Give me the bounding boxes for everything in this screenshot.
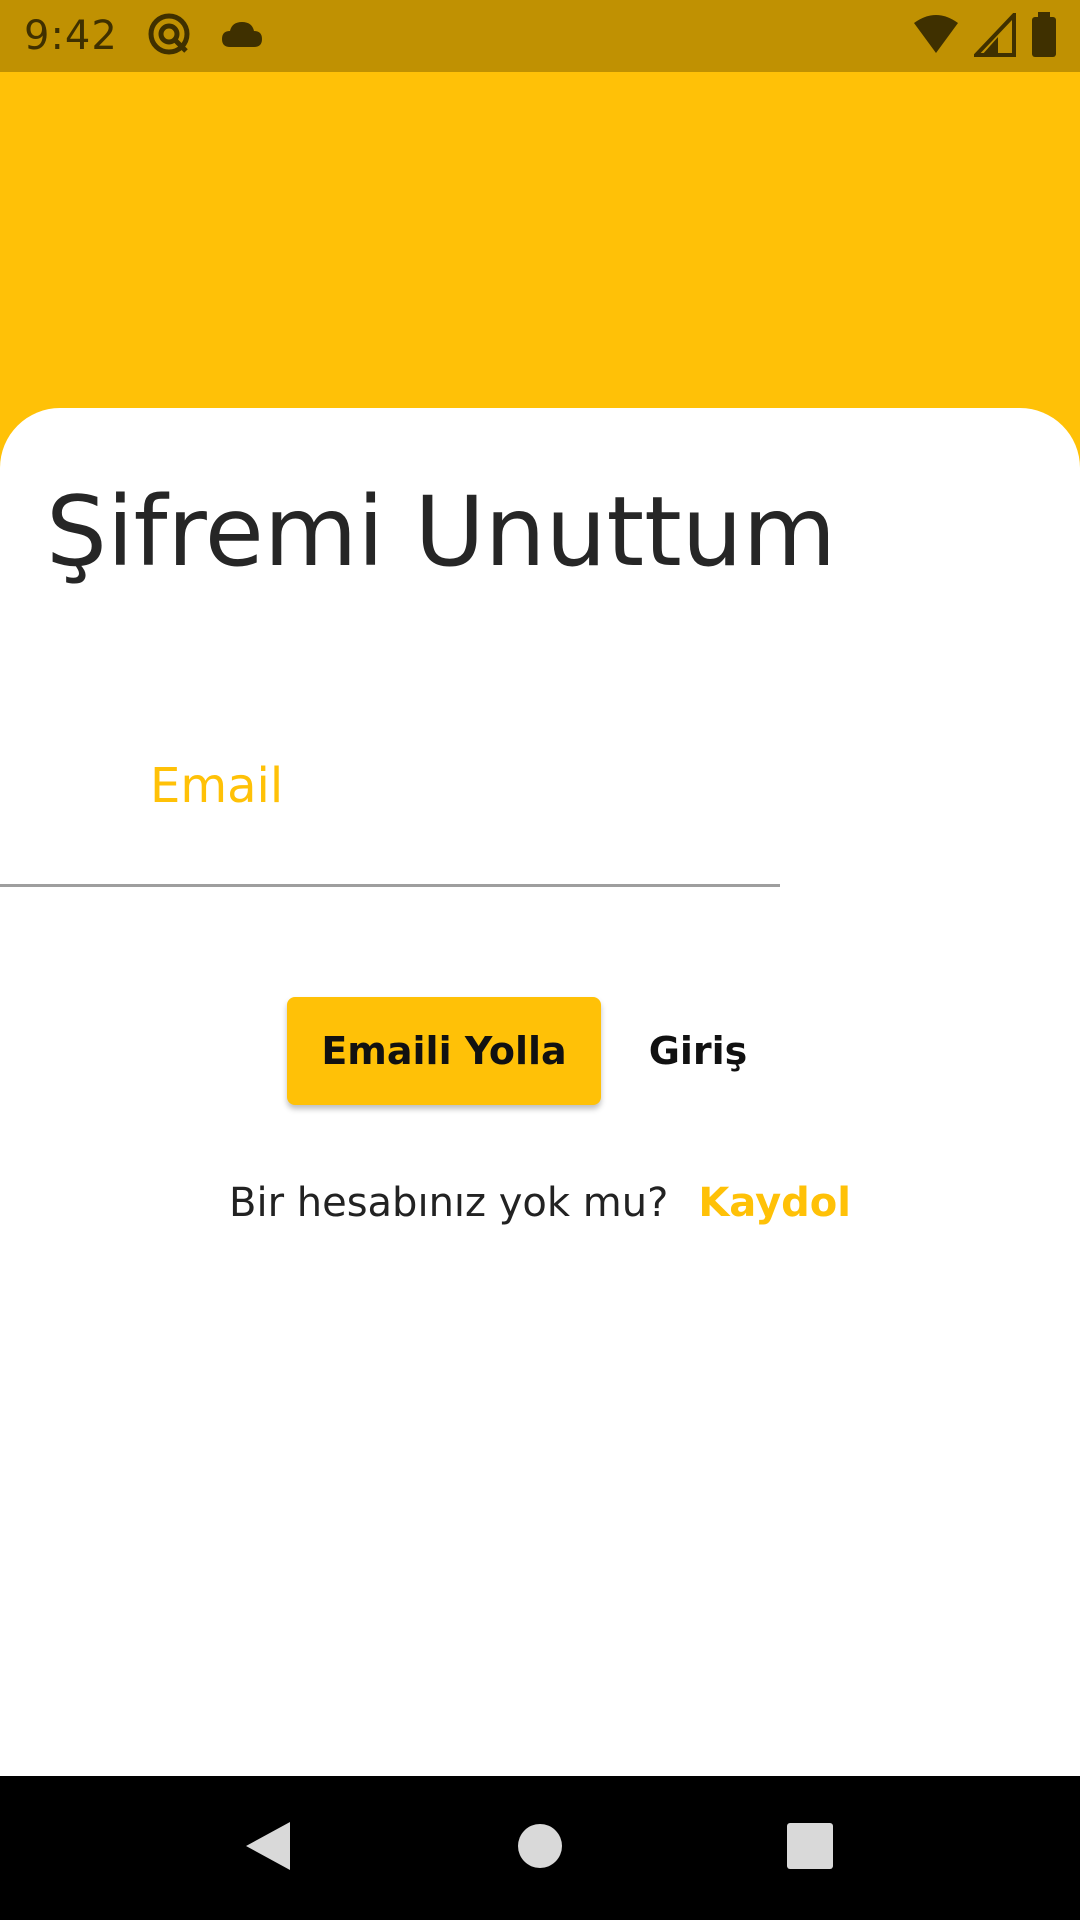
back-button[interactable] [208, 1776, 328, 1920]
navigation-bar [0, 1776, 1080, 1920]
forgot-password-screen: 9:42 Şifremi Unuttum Email Emaili Yolla … [0, 0, 1080, 1920]
page-title: Şifremi Unuttum [46, 476, 837, 588]
signal-icon [971, 9, 1016, 61]
email-label: Email [150, 758, 284, 814]
at-sign-icon [146, 11, 192, 61]
header-area [0, 72, 1080, 410]
signup-link[interactable]: Kaydol [698, 1180, 851, 1226]
signup-row: Bir hesabınız yok mu? Kaydol [0, 1168, 1080, 1238]
recents-icon [787, 1823, 833, 1873]
status-left: 9:42 [24, 11, 264, 61]
wifi-icon [912, 13, 960, 61]
send-email-button[interactable]: Emaili Yolla [287, 997, 601, 1105]
back-icon [244, 1820, 292, 1876]
recents-button[interactable] [750, 1776, 870, 1920]
status-time: 9:42 [24, 13, 118, 59]
home-icon [517, 1823, 563, 1873]
email-underline [0, 884, 780, 887]
status-right [912, 9, 1058, 62]
email-input[interactable] [150, 832, 930, 890]
home-button[interactable] [480, 1776, 600, 1920]
signup-prompt: Bir hesabınız yok mu? [229, 1180, 669, 1226]
status-bar: 9:42 [0, 0, 1080, 72]
cloud-icon [220, 19, 264, 53]
battery-icon [1030, 12, 1058, 62]
email-field[interactable]: Email [150, 758, 930, 898]
login-button[interactable]: Giriş [628, 997, 768, 1105]
content-card: Şifremi Unuttum Email Emaili Yolla Giriş… [0, 408, 1080, 1776]
